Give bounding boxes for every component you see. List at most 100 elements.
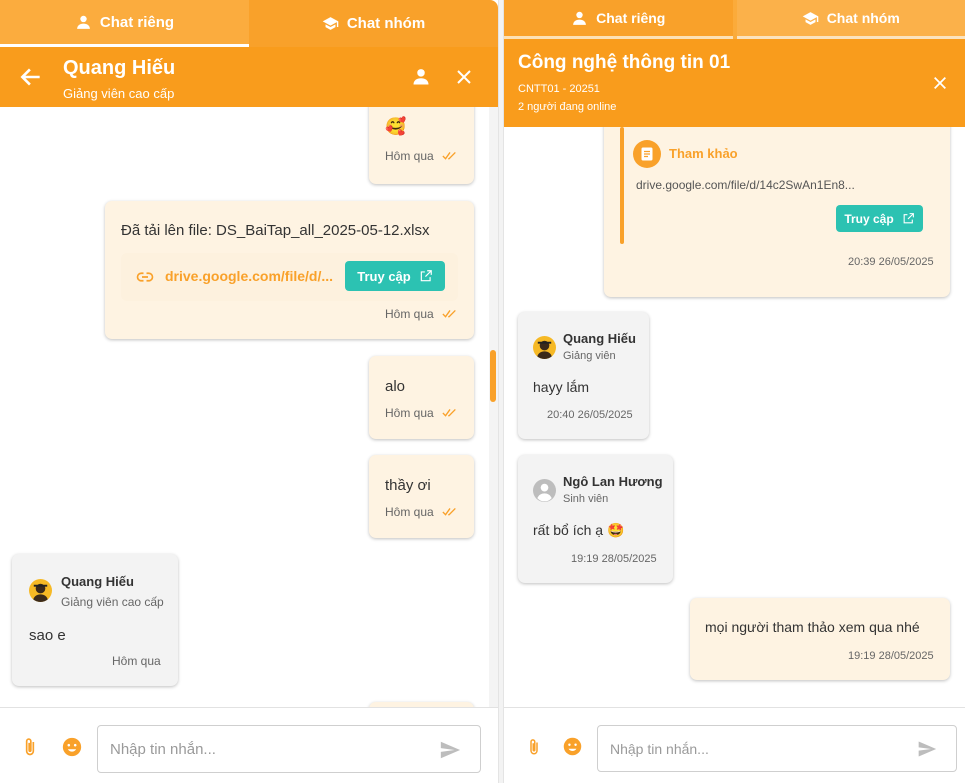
person-icon [413,69,429,85]
graduation-cap-icon [802,11,818,25]
emoji-icon[interactable] [562,736,583,757]
message-bubble: thầy ơi Hôm qua [369,455,474,538]
message-time: 20:40 26/05/2025 [547,409,633,421]
message-text: alo [385,378,406,395]
reference-link[interactable]: drive.google.com/file/d/14c2SwAn1En8... [636,178,855,192]
reference-message-bubble: Tham khảo drive.google.com/file/d/14c2Sw… [604,127,950,297]
message-emoji: 🤩 [606,522,625,538]
message-emoji: 🥰 [385,117,407,136]
open-link-button[interactable]: Truy cập [836,205,923,232]
chat-tabs: Chat riêng Chat nhóm [504,0,965,39]
message-text: hayy lắm [533,379,590,395]
button-label: Truy cập [357,268,411,284]
tab-private-chat[interactable]: Chat riêng [0,0,249,47]
message-text: Đã tải lên file: DS_BaiTap_all_2025-05-1… [121,222,430,239]
avatar [29,579,52,602]
incoming-message-bubble: Ngô Lan Hương Sinh viên rất bổ ích ạ 🤩 1… [518,455,673,583]
message-list[interactable]: Tham khảo drive.google.com/file/d/14c2Sw… [504,127,965,707]
close-button[interactable] [927,70,953,96]
tab-label: Chat nhóm [346,15,426,32]
open-link-button[interactable]: Truy cập [345,261,445,291]
tab-label: Chat riêng [596,10,666,26]
file-link-box: drive.google.com/file/d/... Truy cập [121,253,458,301]
scrollbar[interactable] [489,107,498,707]
tab-private-chat[interactable]: Chat riêng [504,0,733,39]
message-input[interactable] [110,726,410,772]
attach-icon[interactable] [20,736,40,758]
avatar-person-icon [536,340,553,359]
tab-label: Chat nhóm [826,10,900,26]
back-arrow-icon[interactable] [18,64,44,90]
person-icon [77,15,90,29]
message-input-box[interactable] [97,725,481,773]
close-button[interactable] [451,64,477,90]
sender-name: Quang Hiếu [563,331,636,346]
reference-accent-bar [620,127,624,244]
read-check-icon [442,507,456,516]
reference-title: Tham khảo [669,146,738,161]
document-icon [633,140,661,168]
message-text: mọi người tham thảo xem qua nhé [705,619,920,635]
message-input-box[interactable] [597,725,957,772]
external-link-icon [903,213,914,224]
profile-button[interactable] [408,64,434,90]
message-time: 19:19 28/05/2025 [848,650,934,662]
contact-name: Quang Hiếu [63,57,176,79]
message-bubble: alo Hôm qua [369,356,474,439]
message-input-bar [0,707,498,783]
incoming-message-bubble: Quang Hiếu Giảng viên cao cấp sao e Hôm … [12,554,178,686]
group-name: Công nghệ thông tin 01 [518,52,731,73]
avatar-person-icon [32,583,49,602]
incoming-message-bubble: Quang Hiếu Giảng viên hayy lắm 20:40 26/… [518,312,649,439]
message-time: 20:39 26/05/2025 [848,256,934,268]
sender-name: Ngô Lan Hương [563,474,663,489]
message-text-body: rất bổ ích ạ [533,522,604,538]
read-check-icon [442,309,456,318]
online-count: 2 người đang online [518,101,617,113]
read-check-icon [442,151,456,160]
scrollbar-thumb[interactable] [490,350,496,402]
link-icon [136,272,154,282]
message-time: Hôm qua [112,654,161,668]
external-link-icon [420,270,432,282]
private-chat-panel: Chat riêng Chat nhóm Quang Hiếu Giảng vi… [0,0,498,783]
sender-role: Sinh viên [563,493,609,505]
contact-role: Giảng viên cao cấp [63,86,175,101]
message-time: Hôm qua [385,307,434,321]
message-list[interactable]: 🥰 Hôm qua Đã tải lên file: DS_BaiTap_all… [0,107,498,707]
attach-icon[interactable] [525,736,543,758]
chat-tabs: Chat riêng Chat nhóm [0,0,498,47]
sender-role: Giảng viên cao cấp [61,595,164,609]
tab-group-chat[interactable]: Chat nhóm [736,0,965,39]
message-time: Hôm qua [385,149,434,163]
sender-role: Giảng viên [563,350,616,362]
close-icon [934,77,946,89]
person-icon [573,11,586,25]
message-input[interactable] [610,726,910,771]
chat-header: Quang Hiếu Giảng viên cao cấp [0,47,498,107]
emoji-icon[interactable] [61,736,83,758]
close-icon [457,70,471,84]
send-icon[interactable] [916,739,938,759]
avatar [533,336,556,359]
message-input-bar [504,707,965,783]
message-time: 19:19 28/05/2025 [571,553,657,565]
file-message-bubble: Đã tải lên file: DS_BaiTap_all_2025-05-1… [105,201,474,339]
message-text: thầy ơi [385,477,431,494]
message-text: sao e [29,627,66,644]
read-check-icon [442,408,456,417]
message-time: Hôm qua [385,505,434,519]
message-bubble: mọi người tham thảo xem qua nhé 19:19 28… [690,598,950,680]
tab-label: Chat riêng [99,13,175,31]
message-time: Hôm qua [385,406,434,420]
default-avatar-icon [537,483,552,502]
message-text: rất bổ ích ạ 🤩 [533,522,624,539]
message-bubble: 🥰 Hôm qua [369,107,474,184]
tab-group-chat[interactable]: Chat nhóm [249,0,498,47]
graduation-cap-icon [322,17,339,30]
group-chat-panel: Chat riêng Chat nhóm Công nghệ thông tin… [504,0,965,783]
send-icon[interactable] [438,739,462,761]
file-link[interactable]: drive.google.com/file/d/... [165,268,333,284]
button-label: Truy cập [844,211,894,226]
group-header: Công nghệ thông tin 01 CNTT01 - 20251 2 … [504,39,965,127]
